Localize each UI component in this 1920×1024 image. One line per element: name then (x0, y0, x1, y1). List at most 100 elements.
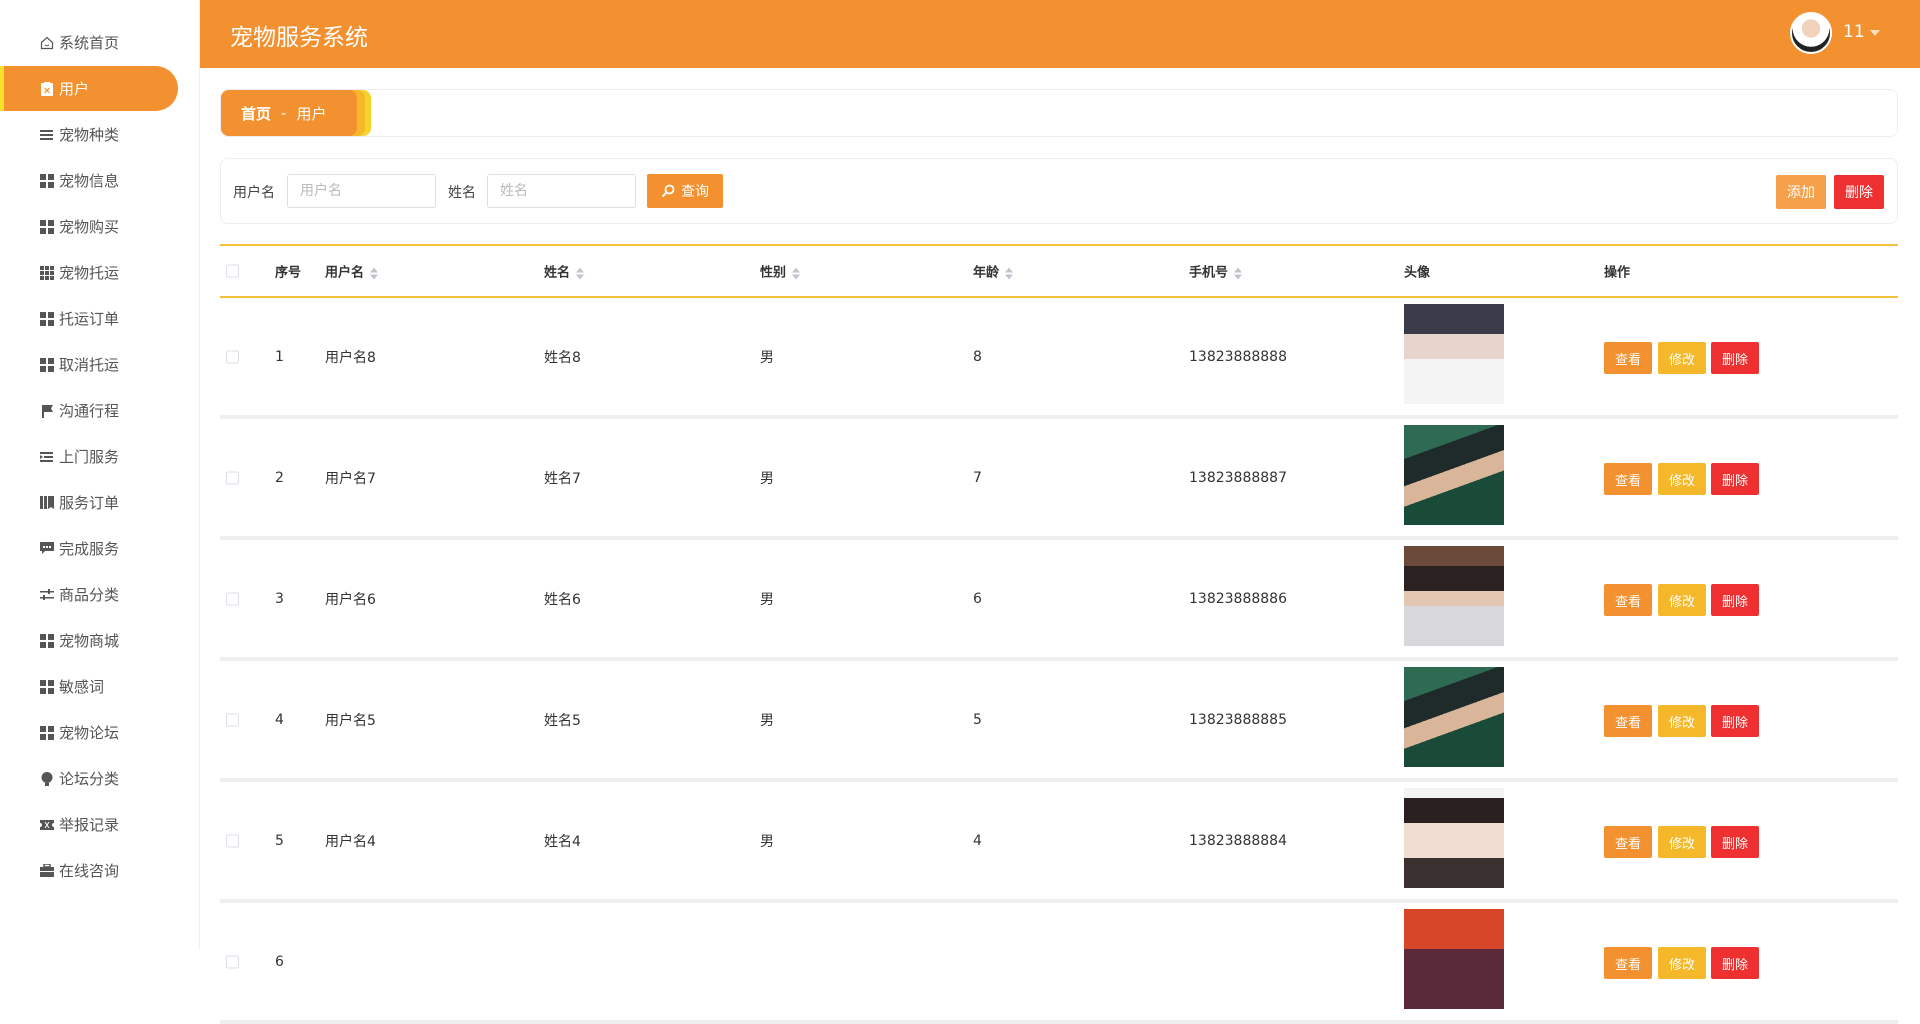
col-age[interactable]: 年龄 (973, 262, 1014, 281)
cell-phone: 13823888886 (1189, 590, 1287, 607)
username-input[interactable] (287, 174, 436, 208)
avatar-image[interactable] (1404, 425, 1504, 525)
edit-button[interactable]: 修改 (1658, 463, 1706, 495)
select-all-checkbox[interactable] (226, 264, 239, 278)
delete-button[interactable]: 删除 (1711, 947, 1759, 979)
avatar-image[interactable] (1404, 667, 1504, 767)
sort-icon[interactable] (1234, 267, 1243, 279)
row-checkbox[interactable] (226, 955, 239, 968)
cell-username: 用户名7 (325, 470, 376, 487)
sidebar-item-16[interactable]: 论坛分类 (0, 756, 178, 801)
sidebar-item-12[interactable]: 商品分类 (0, 572, 178, 617)
sidebar-item-17[interactable]: 举报记录 (0, 802, 178, 847)
delete-button[interactable]: 删除 (1711, 342, 1759, 374)
col-phone[interactable]: 手机号 (1189, 262, 1243, 281)
sidebar-item-15[interactable]: 宠物论坛 (0, 710, 178, 755)
cell-phone: 13823888885 (1189, 711, 1287, 728)
sort-icon[interactable] (576, 267, 585, 279)
row-checkbox[interactable] (226, 350, 239, 363)
edit-button[interactable]: 修改 (1658, 947, 1706, 979)
table-body: 1 用户名8 姓名8 男 8 13823888888 查看 修改 删除 2 用户名7 姓名7 男 7 138… (220, 298, 1898, 1024)
name-input[interactable] (487, 174, 636, 208)
sort-icon[interactable] (1005, 267, 1014, 279)
add-button[interactable]: 添加 (1776, 175, 1826, 209)
row-checkbox[interactable] (226, 592, 239, 605)
sidebar-item-2[interactable]: 宠物种类 (0, 112, 178, 157)
avatar-image[interactable] (1404, 909, 1504, 1009)
view-button[interactable]: 查看 (1604, 584, 1652, 616)
breadcrumb-home[interactable]: 首页 (241, 103, 271, 124)
sidebar-item-label: 宠物商城 (59, 632, 120, 650)
batch-delete-button[interactable]: 删除 (1834, 175, 1884, 209)
sidebar-item-8[interactable]: 沟通行程 (0, 388, 178, 433)
edit-button[interactable]: 修改 (1658, 705, 1706, 737)
col-age-label: 年龄 (973, 265, 1000, 281)
delete-button[interactable]: 删除 (1711, 584, 1759, 616)
list-icon (40, 128, 54, 142)
sidebar-item-9[interactable]: 上门服务 (0, 434, 178, 479)
row-checkbox[interactable] (226, 471, 239, 484)
edit-button[interactable]: 修改 (1658, 584, 1706, 616)
sidebar-item-label: 宠物种类 (59, 126, 120, 144)
sidebar-item-11[interactable]: 完成服务 (0, 526, 178, 571)
view-button[interactable]: 查看 (1604, 826, 1652, 858)
chevron-down-icon[interactable] (1870, 30, 1880, 36)
sidebar-item-14[interactable]: 敏感词 (0, 664, 178, 709)
cell-gender: 男 (760, 591, 774, 608)
edit-button[interactable]: 修改 (1658, 826, 1706, 858)
breadcrumb: 首页 - 用户 (220, 89, 1898, 137)
sidebar-item-18[interactable]: 在线咨询 (0, 848, 178, 893)
sidebar-item-label: 托运订单 (59, 310, 120, 328)
user-name[interactable]: 11 (1843, 22, 1865, 42)
users-table: 序号 用户名 姓名 性别 年龄 手机号 头像 操作 1 用户名8 姓名8 男 8 1382… (220, 244, 1898, 1024)
cell-phone: 13823888884 (1189, 832, 1287, 849)
sidebar-item-13[interactable]: 宠物商城 (0, 618, 178, 663)
view-button[interactable]: 查看 (1604, 705, 1652, 737)
edit-button[interactable]: 修改 (1658, 342, 1706, 374)
sidebar-item-5[interactable]: 宠物托运 (0, 250, 178, 295)
sort-icon[interactable] (792, 267, 801, 279)
query-button[interactable]: 查询 (647, 174, 723, 208)
cell-username: 用户名6 (325, 591, 376, 608)
apps-icon (40, 265, 54, 280)
cell-age: 5 (973, 711, 982, 728)
avatar-image[interactable] (1404, 788, 1504, 888)
sidebar-item-7[interactable]: 取消托运 (0, 342, 178, 387)
view-button[interactable]: 查看 (1604, 342, 1652, 374)
cell-phone: 13823888888 (1189, 348, 1287, 365)
sidebar-item-6[interactable]: 托运订单 (0, 296, 178, 341)
cell-username: 用户名8 (325, 349, 376, 366)
sidebar-item-4[interactable]: 宠物购买 (0, 204, 178, 249)
cell-username: 用户名4 (325, 833, 376, 850)
delete-button[interactable]: 删除 (1711, 705, 1759, 737)
breadcrumb-pill: 首页 - 用户 (221, 90, 357, 136)
avatar-image[interactable] (1404, 304, 1504, 404)
view-button[interactable]: 查看 (1604, 947, 1652, 979)
sidebar-item-label: 沟通行程 (59, 402, 120, 420)
sidebar-item-3[interactable]: 宠物信息 (0, 158, 178, 203)
avatar-image[interactable] (1404, 546, 1504, 646)
sidebar: 系统首页 用户宠物种类宠物信息 宠物购买 宠物托运托运订单取消托运沟通行程上门服务 服务… (0, 0, 200, 950)
search-icon (661, 184, 675, 198)
delete-button[interactable]: 删除 (1711, 826, 1759, 858)
row-checkbox[interactable] (226, 713, 239, 726)
row-checkbox[interactable] (226, 834, 239, 847)
clipboard-icon (40, 81, 54, 96)
user-avatar[interactable] (1790, 12, 1832, 54)
sidebar-item-10[interactable]: 服务订单 (0, 480, 178, 525)
col-gender-label: 性别 (760, 265, 787, 281)
delete-button[interactable]: 删除 (1711, 463, 1759, 495)
view-button[interactable]: 查看 (1604, 463, 1652, 495)
sort-icon[interactable] (370, 267, 379, 279)
cell-name: 姓名4 (544, 833, 581, 850)
sidebar-item-0[interactable]: 系统首页 (0, 20, 178, 65)
col-name[interactable]: 姓名 (544, 262, 585, 281)
col-gender[interactable]: 性别 (760, 262, 801, 281)
top-header: 宠物服务系统 11 (200, 0, 1920, 68)
col-actions: 操作 (1604, 265, 1631, 281)
sidebar-item-label: 举报记录 (59, 816, 120, 834)
sidebar-item-1[interactable]: 用户 (0, 66, 178, 111)
table-row: 2 用户名7 姓名7 男 7 13823888887 查看 修改 删除 (220, 419, 1898, 540)
grid-icon (40, 357, 54, 372)
col-username[interactable]: 用户名 (325, 262, 379, 281)
